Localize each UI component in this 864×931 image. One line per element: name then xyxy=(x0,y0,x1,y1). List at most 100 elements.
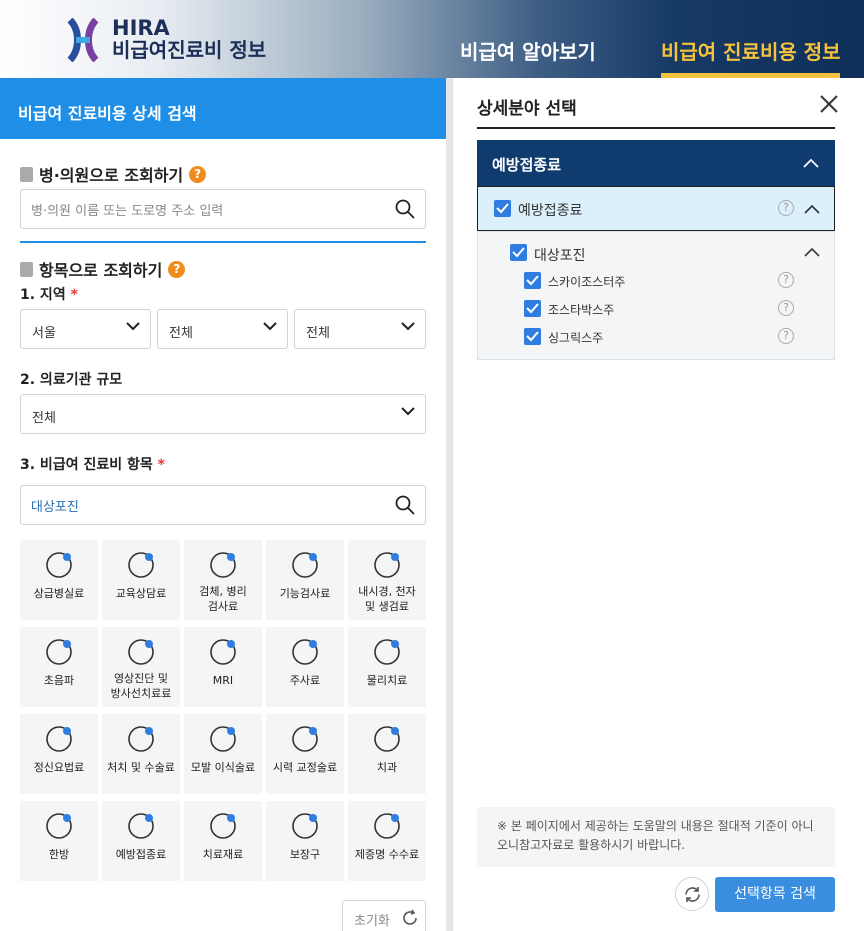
category-tile-label: MRI xyxy=(212,674,234,687)
category-tile[interactable]: 기능검사료 xyxy=(266,540,344,620)
category-tile-label: 정신요법료 xyxy=(33,761,85,774)
search-icon[interactable] xyxy=(395,495,415,515)
item-section-heading: 항목으로 조회하기 ? xyxy=(20,257,186,281)
mri-icon xyxy=(210,639,236,665)
category-tile[interactable]: 치료재료 xyxy=(184,801,262,881)
checkbox-checked[interactable] xyxy=(524,328,541,345)
category-tile-label: 처치 및 수술료 xyxy=(107,761,175,774)
scale-select[interactable]: 전체 xyxy=(20,394,426,434)
nav-noncovered-cost[interactable]: 비급여 진료비용 정보 xyxy=(661,36,841,65)
category-tile[interactable]: 검체, 병리 검사료 xyxy=(184,540,262,620)
close-icon[interactable] xyxy=(819,94,839,114)
category-tile[interactable]: 영상진단 및 방사선치료료 xyxy=(102,627,180,707)
help-icon[interactable]: ? xyxy=(189,165,207,183)
category-tile[interactable]: 상급병실료 xyxy=(20,540,98,620)
category-tile[interactable]: 한방 xyxy=(20,801,98,881)
category-tile-label: 제증명 수수료 xyxy=(354,848,420,861)
top-header: HIRA 비급여진료비 정보 비급여 알아보기 비급여 진료비용 정보 xyxy=(0,0,864,78)
checkbox-checked[interactable] xyxy=(524,300,541,317)
item-search-input[interactable]: 대상포진 xyxy=(20,485,426,525)
ultrasound-icon xyxy=(46,639,72,665)
category-accordion[interactable]: 예방접종료 xyxy=(477,140,835,186)
endoscope-icon xyxy=(374,552,400,578)
hospital-search-input[interactable]: 병·의원 이름 또는 도로명 주소 입력 xyxy=(20,189,426,229)
brand-subtitle: 비급여진료비 정보 xyxy=(112,38,267,62)
brand-title: HIRA xyxy=(112,16,170,40)
acupuncture-icon xyxy=(46,813,72,839)
psychotherapy-icon xyxy=(46,726,72,752)
category-tile[interactable]: MRI xyxy=(184,627,262,707)
list-icon xyxy=(20,261,33,277)
category-tile[interactable]: 예방접종료 xyxy=(102,801,180,881)
consult-icon xyxy=(128,552,154,578)
checkbox-checked[interactable] xyxy=(494,200,511,217)
category-tile-label: 예방접종료 xyxy=(115,848,167,861)
vision-icon xyxy=(292,726,318,752)
vaccine-label: 스카이조스터주 xyxy=(548,275,626,289)
category-tile-label: 치료재료 xyxy=(202,848,244,861)
chevron-up-icon[interactable] xyxy=(804,204,820,214)
item-label: 3. 비급여 진료비 항목 * xyxy=(20,457,165,473)
category-tile[interactable]: 치과 xyxy=(348,714,426,794)
section-divider xyxy=(20,241,426,243)
radiology-icon xyxy=(128,639,154,665)
chevron-up-icon xyxy=(803,158,819,168)
detail-panel-title: 상세분야 선택 xyxy=(477,99,577,119)
physio-icon xyxy=(374,639,400,665)
category-tile[interactable]: 시력 교정술료 xyxy=(266,714,344,794)
region-town-select[interactable]: 전체 xyxy=(294,309,426,349)
help-icon[interactable]: ? xyxy=(778,300,794,316)
reset-button[interactable]: 초기화 xyxy=(342,900,426,931)
search-selected-button[interactable]: 선택항목 검색 xyxy=(715,877,835,912)
reset-selection-button[interactable] xyxy=(675,877,709,911)
category-tile-label: 영상진단 및 방사선치료료 xyxy=(110,672,172,700)
category-tile-label: 시력 교정술료 xyxy=(272,761,338,774)
help-icon[interactable]: ? xyxy=(778,200,794,216)
category-tile[interactable]: 주사료 xyxy=(266,627,344,707)
hira-logo-icon[interactable] xyxy=(66,18,100,62)
region-label: 1. 지역 * xyxy=(20,287,78,303)
help-icon[interactable]: ? xyxy=(168,260,186,278)
category-tile-label: 모발 이식술료 xyxy=(190,761,256,774)
function-test-icon xyxy=(292,552,318,578)
building-icon xyxy=(20,166,33,182)
category-tile[interactable]: 교육상담료 xyxy=(102,540,180,620)
category-tile[interactable]: 내시경, 천자 및 생검료 xyxy=(348,540,426,620)
category-tile[interactable]: 처치 및 수술료 xyxy=(102,714,180,794)
category-tile[interactable]: 정신요법료 xyxy=(20,714,98,794)
region-district-select[interactable]: 전체 xyxy=(157,309,288,349)
vaccine-label: 조스타박스주 xyxy=(548,303,615,317)
subgroup-box: 대상포진 스카이조스터주 ? 조스타박스주 ? 싱그릭스주 ? xyxy=(477,231,835,360)
category-item-row[interactable]: 예방접종료 ? xyxy=(477,186,835,231)
chevron-down-icon xyxy=(401,407,415,416)
category-tile[interactable]: 모발 이식술료 xyxy=(184,714,262,794)
bed-icon xyxy=(46,552,72,578)
wheelchair-icon xyxy=(292,813,318,839)
category-tile[interactable]: 물리치료 xyxy=(348,627,426,707)
category-tile[interactable]: 보장구 xyxy=(266,801,344,881)
category-tile-label: 상급병실료 xyxy=(33,587,85,600)
category-tile-label: 한방 xyxy=(48,848,70,861)
chevron-down-icon xyxy=(263,322,277,331)
category-tile-label: 교육상담료 xyxy=(115,587,167,600)
panel-title: 비급여 진료비용 상세 검색 xyxy=(0,78,446,139)
nav-noncovered-info[interactable]: 비급여 알아보기 xyxy=(460,36,596,65)
category-tile[interactable]: 초음파 xyxy=(20,627,98,707)
chevron-down-icon xyxy=(126,322,140,331)
refresh-icon xyxy=(403,909,417,925)
checkbox-checked[interactable] xyxy=(524,272,541,289)
help-icon[interactable]: ? xyxy=(778,272,794,288)
category-tile-label: 보장구 xyxy=(289,848,321,861)
search-icon[interactable] xyxy=(395,199,415,219)
category-tile-label: 검체, 병리 검사료 xyxy=(199,585,247,613)
checkbox-checked[interactable] xyxy=(510,244,527,261)
category-tile[interactable]: 제증명 수수료 xyxy=(348,801,426,881)
chevron-up-icon[interactable] xyxy=(804,247,820,257)
hair-transplant-icon xyxy=(210,726,236,752)
help-icon[interactable]: ? xyxy=(778,328,794,344)
injection-icon xyxy=(292,639,318,665)
chevron-down-icon xyxy=(401,322,415,331)
search-panel: 비급여 진료비용 상세 검색 병·의원으로 조회하기 ? 병·의원 이름 또는 … xyxy=(0,78,446,931)
specimen-icon xyxy=(210,552,236,578)
region-city-select[interactable]: 서울 xyxy=(20,309,151,349)
